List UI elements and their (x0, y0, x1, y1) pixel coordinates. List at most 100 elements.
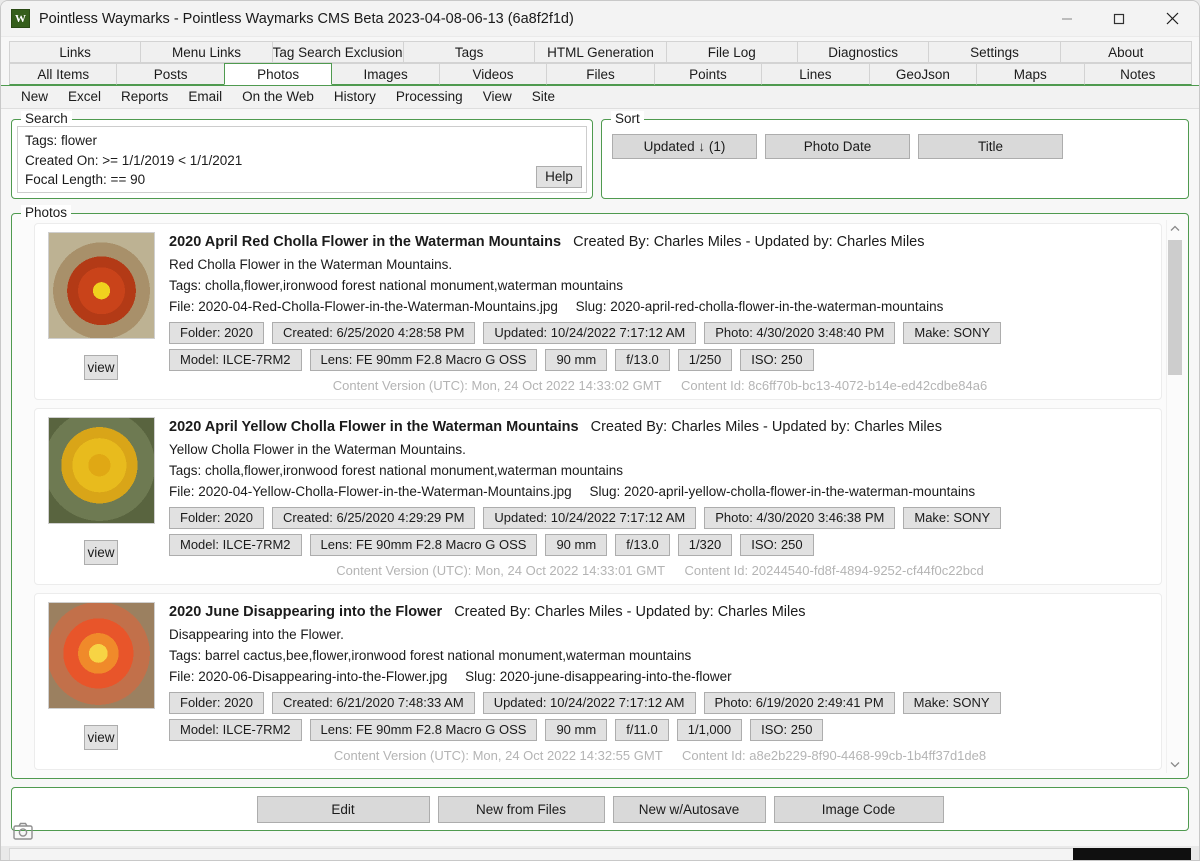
sort-button-title[interactable]: Title (918, 134, 1063, 159)
photo-title-line: 2020 June Disappearing into the Flower C… (169, 602, 1151, 622)
minimize-icon[interactable] (1041, 1, 1093, 37)
chip-iso[interactable]: ISO: 250 (740, 534, 814, 556)
tab-files[interactable]: Files (546, 63, 655, 85)
tab-geojson[interactable]: GeoJson (868, 63, 978, 85)
tab-about[interactable]: About (1059, 41, 1192, 63)
photo-file: File: 2020-06-Disappearing-into-the-Flow… (169, 669, 448, 684)
list-item[interactable]: view 2020 April Red Cholla Flower in the… (34, 223, 1162, 400)
sort-button-updated[interactable]: Updated ↓ (1) (612, 134, 757, 159)
application-window: W Pointless Waymarks - Pointless Waymark… (0, 0, 1200, 861)
chip-focal-length[interactable]: 90 mm (545, 349, 608, 371)
toolbar-item-site[interactable]: Site (522, 85, 565, 109)
toolbar-item-new[interactable]: New (11, 85, 58, 109)
list-item[interactable]: view 2020 June Disappearing into the Flo… (34, 593, 1162, 770)
photo-thumbnail[interactable] (47, 602, 155, 709)
close-icon[interactable] (1145, 1, 1199, 37)
chip-lens[interactable]: Lens: FE 90mm F2.8 Macro G OSS (309, 349, 538, 371)
tab-lines[interactable]: Lines (761, 63, 870, 85)
edit-button[interactable]: Edit (256, 796, 430, 823)
chip-aperture[interactable]: f/13.0 (615, 349, 670, 371)
scroll-up-icon[interactable] (1167, 220, 1183, 237)
scroll-down-icon[interactable] (1167, 756, 1183, 773)
scrollbar-thumb[interactable] (1168, 240, 1182, 375)
chip-created[interactable]: Created: 6/25/2020 4:29:29 PM (272, 507, 476, 529)
photo-tags: Tags: barrel cactus,bee,flower,ironwood … (169, 648, 692, 663)
search-input[interactable]: Tags: flower Created On: >= 1/1/2019 < 1… (17, 126, 587, 193)
background-strip-dark (1073, 848, 1191, 860)
toolbar-item-processing[interactable]: Processing (386, 85, 473, 109)
photo-thumbnail[interactable] (47, 417, 155, 524)
chip-make[interactable]: Make: SONY (902, 692, 1001, 714)
tab-videos[interactable]: Videos (438, 63, 548, 85)
chip-aperture[interactable]: f/13.0 (615, 534, 670, 556)
toolbar-item-reports[interactable]: Reports (111, 85, 178, 109)
tab-row-content: All Items Posts Photos Images Videos Fil… (1, 63, 1199, 85)
chip-model[interactable]: Model: ILCE-7RM2 (169, 534, 302, 556)
chip-focal-length[interactable]: 90 mm (545, 534, 608, 556)
camera-icon[interactable] (13, 822, 33, 840)
new-with-autosave-button[interactable]: New w/Autosave (612, 796, 766, 823)
list-item[interactable]: view 2020 April Yellow Cholla Flower in … (34, 408, 1162, 585)
chip-updated[interactable]: Updated: 10/24/2022 7:17:12 AM (483, 322, 697, 344)
chip-photo-date[interactable]: Photo: 4/30/2020 3:48:40 PM (704, 322, 896, 344)
chip-model[interactable]: Model: ILCE-7RM2 (169, 719, 302, 741)
image-code-button[interactable]: Image Code (773, 796, 944, 823)
chip-updated[interactable]: Updated: 10/24/2022 7:17:12 AM (483, 507, 697, 529)
photos-scrollbar[interactable] (1166, 220, 1183, 773)
chip-focal-length[interactable]: 90 mm (545, 719, 608, 741)
tab-file-log[interactable]: File Log (665, 41, 798, 63)
content-version: Content Version (UTC): Mon, 24 Oct 2022 … (333, 748, 663, 763)
tab-all-items[interactable]: All Items (9, 63, 118, 85)
chip-folder[interactable]: Folder: 2020 (169, 322, 264, 344)
toolbar-item-history[interactable]: History (324, 85, 386, 109)
tab-notes[interactable]: Notes (1083, 63, 1192, 85)
chip-iso[interactable]: ISO: 250 (750, 719, 824, 741)
chip-make[interactable]: Make: SONY (903, 322, 1002, 344)
view-button[interactable]: view (84, 540, 118, 565)
tab-links[interactable]: Links (9, 41, 142, 63)
chip-shutter-speed[interactable]: 1/250 (677, 349, 733, 371)
sort-descending-arrow-icon: ↓ (698, 139, 706, 154)
toolbar-item-email[interactable]: Email (178, 85, 232, 109)
chip-shutter-speed[interactable]: 1/1,000 (676, 719, 743, 741)
chip-photo-date[interactable]: Photo: 6/19/2020 2:49:41 PM (703, 692, 895, 714)
chip-created[interactable]: Created: 6/25/2020 4:28:58 PM (272, 322, 476, 344)
tab-photos[interactable]: Photos (223, 63, 333, 85)
chip-make[interactable]: Make: SONY (903, 507, 1002, 529)
chip-photo-date[interactable]: Photo: 4/30/2020 3:46:38 PM (704, 507, 896, 529)
tab-points[interactable]: Points (653, 63, 763, 85)
tab-html-generation[interactable]: HTML Generation (534, 41, 667, 63)
toolbar-item-excel[interactable]: Excel (58, 85, 111, 109)
tab-tag-search-exclusions[interactable]: Tag Search Exclusions (271, 41, 404, 63)
tab-images[interactable]: Images (331, 63, 440, 85)
sort-buttons: Updated ↓ (1) Photo Date Title (612, 134, 1063, 159)
toolbar-item-view[interactable]: View (473, 85, 522, 109)
chip-aperture[interactable]: f/11.0 (615, 719, 669, 741)
tab-menu-links[interactable]: Menu Links (140, 41, 273, 63)
tab-maps[interactable]: Maps (976, 63, 1085, 85)
view-button[interactable]: view (84, 355, 118, 380)
photos-scroll-area: view 2020 April Red Cholla Flower in the… (17, 220, 1183, 773)
chip-folder[interactable]: Folder: 2020 (169, 507, 264, 529)
chip-folder[interactable]: Folder: 2020 (169, 692, 264, 714)
chip-lens[interactable]: Lens: FE 90mm F2.8 Macro G OSS (309, 534, 538, 556)
tab-diagnostics[interactable]: Diagnostics (796, 41, 930, 63)
chip-updated[interactable]: Updated: 10/24/2022 7:17:12 AM (482, 692, 696, 714)
chip-model[interactable]: Model: ILCE-7RM2 (169, 349, 302, 371)
tab-settings[interactable]: Settings (928, 41, 1061, 63)
action-bar: Edit New from Files New w/Autosave Image… (11, 787, 1189, 831)
sort-button-photo-date[interactable]: Photo Date (765, 134, 910, 159)
search-help-button[interactable]: Help (536, 166, 582, 188)
chip-shutter-speed[interactable]: 1/320 (677, 534, 733, 556)
chip-iso[interactable]: ISO: 250 (740, 349, 814, 371)
tab-posts[interactable]: Posts (116, 63, 225, 85)
view-button[interactable]: view (84, 725, 118, 750)
chip-lens[interactable]: Lens: FE 90mm F2.8 Macro G OSS (309, 719, 538, 741)
toolbar-item-on-the-web[interactable]: On the Web (232, 85, 324, 109)
new-from-files-button[interactable]: New from Files (437, 796, 605, 823)
photo-footer: Content Version (UTC): Mon, 24 Oct 2022 … (169, 378, 1151, 393)
tab-tags[interactable]: Tags (402, 41, 536, 63)
maximize-icon[interactable] (1093, 1, 1145, 37)
chip-created[interactable]: Created: 6/21/2020 7:48:33 AM (272, 692, 475, 714)
photo-thumbnail[interactable] (47, 232, 155, 339)
